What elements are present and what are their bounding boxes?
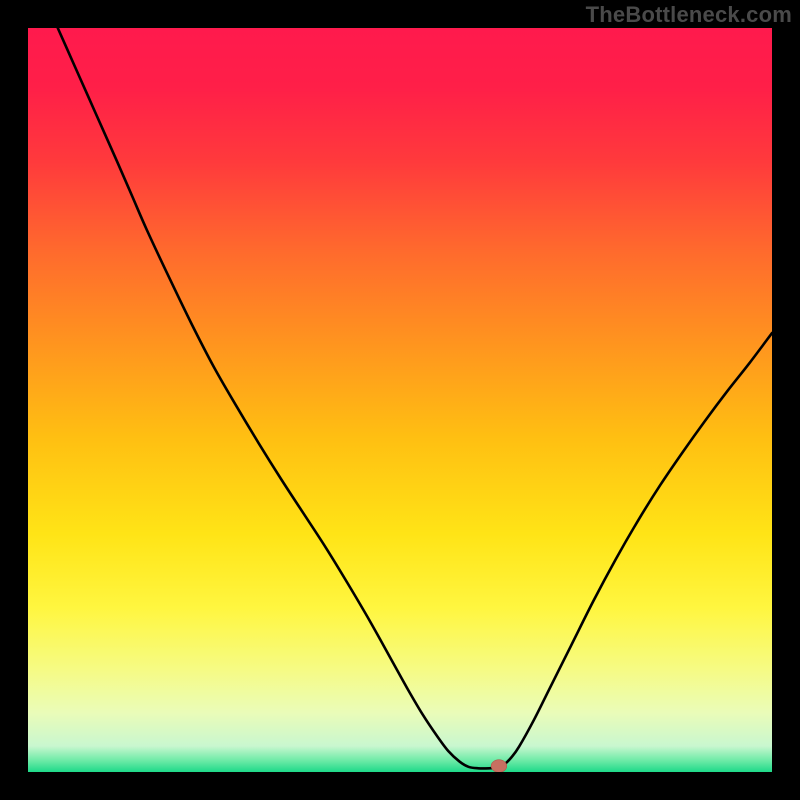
chart-frame: TheBottleneck.com	[0, 0, 800, 800]
watermark-text: TheBottleneck.com	[586, 2, 792, 28]
gradient-background	[28, 28, 772, 772]
